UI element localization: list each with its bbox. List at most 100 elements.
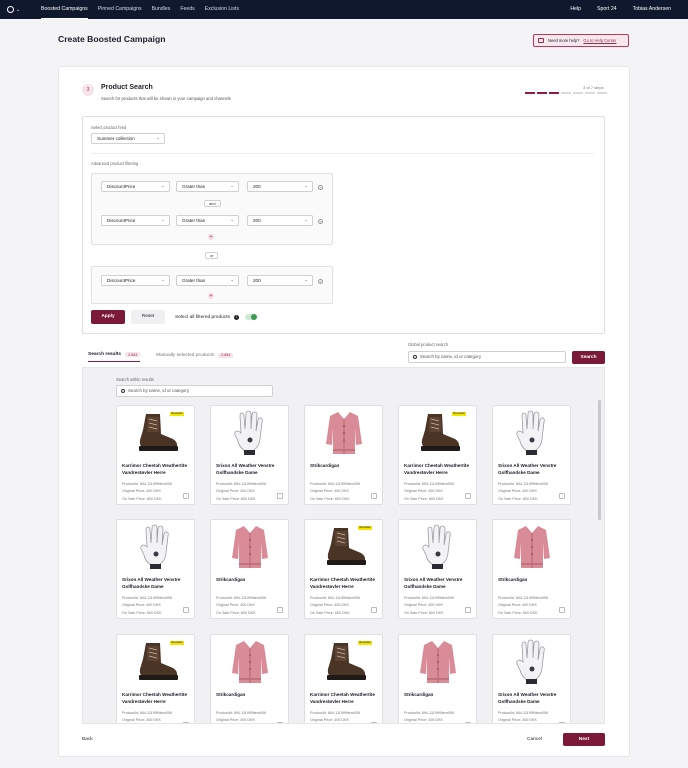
step-number: 3: [82, 84, 94, 96]
product-sale: On Sale Price: 800 DKK: [498, 610, 538, 615]
bestseller-badge: Bestseller: [170, 641, 185, 645]
product-checkbox[interactable]: [465, 722, 471, 723]
product-original: Original Price: 400 DKK: [310, 718, 349, 723]
product-card[interactable]: Strikcardigan ProductId: 894-111999item00…: [304, 405, 383, 505]
and-chip[interactable]: and: [204, 200, 221, 207]
filter-field-select[interactable]: DiscountPrice: [101, 215, 170, 226]
product-sale: On Sale Price: 800 DKK: [122, 610, 162, 615]
store-switcher[interactable]: Sport 24: [597, 0, 617, 19]
filter-field-select[interactable]: DiscountPrice: [101, 275, 170, 286]
remove-condition-icon[interactable]: ×: [318, 219, 323, 224]
product-checkbox[interactable]: [371, 493, 377, 499]
filter-operator-select[interactable]: Grater than: [176, 181, 239, 192]
add-condition-icon[interactable]: +: [208, 234, 214, 240]
cancel-button[interactable]: Cancel: [527, 737, 542, 742]
product-image: [507, 524, 557, 570]
add-condition-icon[interactable]: +: [208, 293, 214, 299]
product-checkbox[interactable]: [559, 607, 565, 613]
product-meta: ProductId: 894-111999item006 Original Pri…: [498, 595, 548, 617]
product-card[interactable]: Bestseller Karrimor Cheetah Weathertite V…: [116, 634, 195, 723]
product-checkbox[interactable]: [183, 722, 189, 723]
product-card[interactable]: Srixon All Weather Venstre Golfhandske D…: [492, 405, 571, 505]
results-search-input[interactable]: Search by name, id or category: [116, 385, 273, 397]
product-card[interactable]: Bestseller Karrimor Cheetah Weathertite V…: [398, 405, 477, 505]
help-text: Need more help?: [548, 38, 580, 43]
filter-value-select[interactable]: 200: [247, 275, 313, 286]
remove-condition-icon[interactable]: ×: [318, 279, 323, 284]
help-banner: Need more help? Go to Help Center: [533, 34, 629, 47]
product-checkbox[interactable]: [559, 722, 565, 723]
filter-value-select[interactable]: 200: [247, 215, 313, 226]
product-checkbox[interactable]: [277, 722, 283, 723]
apply-button[interactable]: Apply: [91, 310, 125, 324]
product-image: [319, 410, 369, 456]
tab-search-results[interactable]: Search results 2.654: [88, 352, 141, 362]
nav-feeds[interactable]: Feeds: [180, 0, 194, 19]
product-checkbox[interactable]: [277, 493, 283, 499]
remove-condition-icon[interactable]: ×: [318, 185, 323, 190]
main-nav: Boosted Campaigns Pinned Campaigns Bundl…: [41, 0, 249, 19]
app-logo[interactable]: ⌄: [7, 5, 23, 14]
product-checkbox[interactable]: [465, 493, 471, 499]
step-indicator: [549, 92, 559, 94]
product-name: Srixon All Weather Venstre Golfhandske D…: [216, 463, 275, 475]
nav-bundles[interactable]: Bundles: [152, 0, 171, 19]
product-checkbox[interactable]: [465, 607, 471, 613]
product-checkbox[interactable]: [277, 607, 283, 613]
product-meta: ProductId: 894-111999item006 Original Pri…: [404, 595, 454, 617]
user-menu[interactable]: Tobias Andersen: [633, 0, 671, 19]
step-title: Product Search: [101, 84, 153, 91]
search-button[interactable]: Search: [572, 351, 605, 364]
product-card[interactable]: Srixon All Weather Venstre Golfhandske D…: [116, 519, 195, 619]
nav-pinned-campaigns[interactable]: Pinned Campaigns: [98, 0, 142, 19]
next-button[interactable]: Next: [563, 733, 605, 746]
product-card[interactable]: Srixon All Weather Venstre Golfhandske D…: [210, 405, 289, 505]
product-card[interactable]: Strikcardigan ProductId: 894-111999item00…: [210, 634, 289, 723]
product-name: Karrimor Cheetah Weathertite Vandrestøvl…: [122, 463, 188, 475]
product-checkbox[interactable]: [371, 607, 377, 613]
filter-operator-select[interactable]: Grater than: [176, 215, 239, 226]
product-name: Strikcardigan: [310, 463, 340, 468]
global-search-label: Global product search: [408, 342, 449, 347]
product-card[interactable]: Srixon All Weather Venstre Golfhandske D…: [492, 634, 571, 723]
product-card[interactable]: Strikcardigan ProductId: 894-111999item00…: [492, 519, 571, 619]
product-card[interactable]: Strikcardigan ProductId: 894-111999item00…: [398, 634, 477, 723]
product-card[interactable]: Bestseller Karrimor Cheetah Weathertite V…: [304, 634, 383, 723]
product-id: ProductId: 894-111999item006: [310, 596, 361, 600]
tab-label: Search results: [88, 352, 122, 357]
select-all-toggle[interactable]: [244, 314, 257, 320]
back-button[interactable]: Back: [82, 737, 93, 742]
product-checkbox[interactable]: [559, 493, 565, 499]
product-original: Original Price: 400 DKK: [310, 603, 349, 608]
reset-button[interactable]: Reset: [131, 310, 165, 324]
product-card[interactable]: Srixon All Weather Venstre Golfhandske D…: [398, 519, 477, 619]
product-image: [225, 639, 275, 685]
nav-exclusion-lists[interactable]: Exclusion Lists: [205, 0, 239, 19]
filter-operator-select[interactable]: Grater than: [176, 275, 239, 286]
tab-manually-selected[interactable]: Manually selected products 2.654: [156, 352, 234, 362]
filter-value-select[interactable]: 200: [247, 181, 313, 192]
product-checkbox[interactable]: [183, 607, 189, 613]
filter-field-select[interactable]: DiscountPrice: [101, 181, 170, 192]
product-sale: On Sale Price: 800 DKK: [216, 610, 256, 615]
help-link[interactable]: Help: [570, 0, 581, 19]
info-icon[interactable]: i: [233, 314, 239, 320]
results-scrollbar[interactable]: [598, 400, 601, 520]
product-image: [319, 639, 369, 685]
or-chip[interactable]: or: [205, 252, 219, 259]
product-sale: On Sale Price: 800 DKK: [498, 496, 538, 501]
help-center-link[interactable]: Go to Help Center: [583, 38, 616, 43]
product-card[interactable]: Strikcardigan ProductId: 894-111999item00…: [210, 519, 289, 619]
nav-boosted-campaigns[interactable]: Boosted Campaigns: [41, 0, 88, 19]
product-name: Karrimor Cheetah Weathertite Vandrestøvl…: [404, 463, 470, 475]
global-search-input[interactable]: Search by name, id or category: [408, 351, 566, 363]
product-card[interactable]: Bestseller Karrimor Cheetah Weathertite V…: [304, 519, 383, 619]
bestseller-badge: Bestseller: [452, 412, 467, 416]
feed-select[interactable]: Summer collection: [91, 133, 165, 144]
product-meta: ProductId: 894-111999item006 Original Pri…: [310, 710, 360, 723]
logo-icon: [7, 6, 14, 13]
product-name: Srixon All Weather Venstre Golfhandske D…: [122, 577, 181, 589]
product-checkbox[interactable]: [371, 722, 377, 723]
product-card[interactable]: Bestseller Karrimor Cheetah Weathertite V…: [116, 405, 195, 505]
product-checkbox[interactable]: [183, 493, 189, 499]
